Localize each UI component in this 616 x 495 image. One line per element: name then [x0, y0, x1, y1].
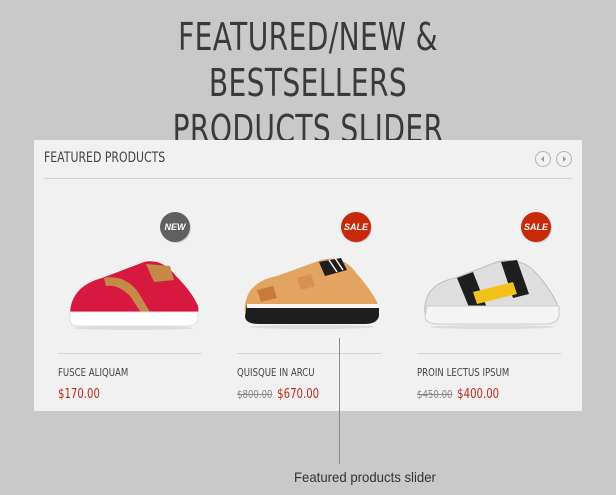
sale-badge: SALE: [521, 212, 551, 242]
product-prices: $170.00: [58, 383, 100, 402]
product-card[interactable]: NEW FUSCE ALIQUAM $170.00: [58, 200, 208, 402]
panel-title: FEATURED PRODUCTS: [44, 150, 166, 166]
panel-divider: [44, 178, 572, 179]
product-prices: $450.00 $400.00: [417, 383, 499, 402]
sale-badge: SALE: [341, 212, 371, 242]
product-divider: [58, 353, 202, 354]
product-card[interactable]: SALE PROIN LECTUS IPSUM $450.00 $400.00: [417, 200, 567, 402]
headline: FEATURED/NEW & BESTSELLERS PRODUCTS SLID…: [80, 14, 536, 152]
product-card[interactable]: SALE QUISQUE IN ARCU $800.00 $670.00: [237, 200, 387, 402]
product-name[interactable]: FUSCE ALIQUAM: [58, 366, 128, 379]
product-price: $400.00: [457, 387, 500, 402]
slider-next-button[interactable]: [556, 151, 572, 167]
product-old-price: $450.00: [417, 388, 453, 401]
product-prices: $800.00 $670.00: [237, 383, 319, 402]
product-price: $170.00: [58, 387, 100, 402]
featured-products-panel: FEATURED PRODUCTS NEW FUSCE ALIQUAM $170…: [34, 140, 582, 411]
product-price: $670.00: [277, 387, 320, 402]
product-name[interactable]: PROIN LECTUS IPSUM: [417, 366, 509, 379]
callout-caption: Featured products slider: [294, 469, 436, 485]
new-badge: NEW: [160, 212, 190, 242]
slider-prev-button[interactable]: [535, 151, 551, 167]
product-divider: [237, 353, 381, 354]
callout-line: [339, 338, 340, 464]
chevron-left-icon: [541, 156, 544, 162]
product-name[interactable]: QUISQUE IN ARCU: [237, 366, 315, 379]
product-divider: [417, 353, 561, 354]
product-old-price: $800.00: [237, 388, 273, 401]
chevron-right-icon: [563, 156, 566, 162]
headline-line-1: FEATURED/NEW & BESTSELLERS: [178, 15, 438, 105]
